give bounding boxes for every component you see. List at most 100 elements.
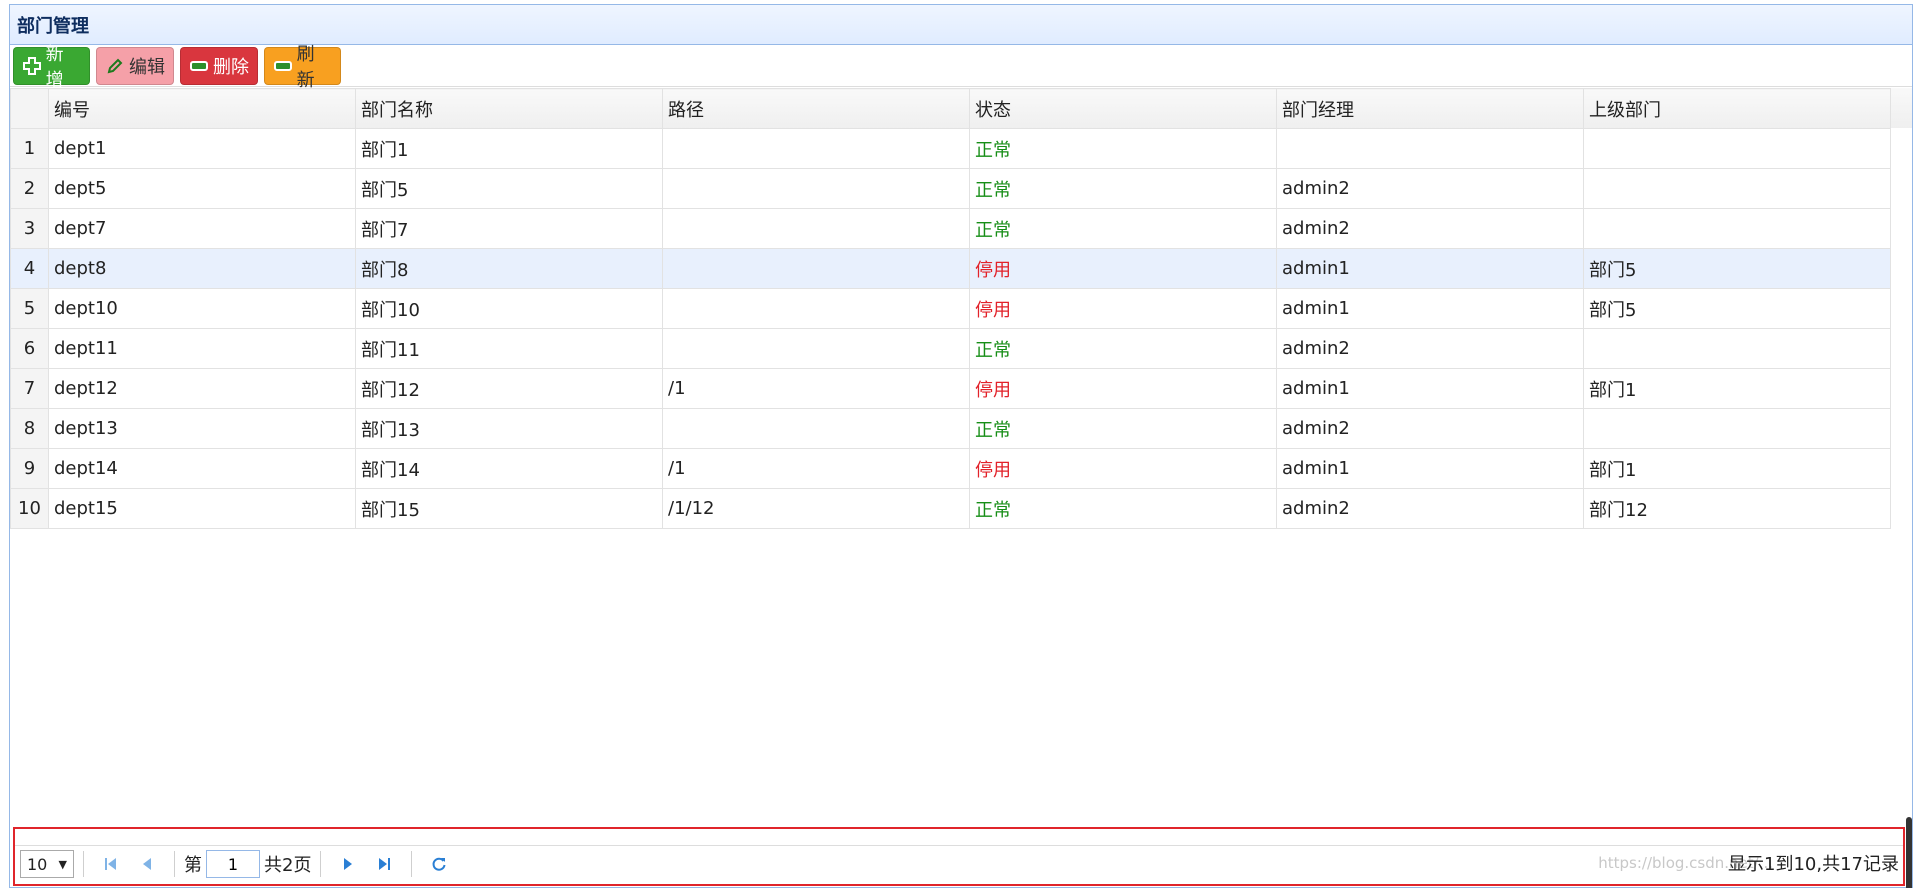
table-row[interactable]: 6 dept11 部门11 正常 admin2: [10, 328, 1891, 369]
vertical-scrollbar[interactable]: [1906, 817, 1912, 888]
cell-parent: 部门1: [1583, 368, 1891, 409]
table-row[interactable]: 3 dept7 部门7 正常 admin2: [10, 208, 1891, 249]
page-size-value: 10: [27, 854, 48, 874]
row-number: 6: [10, 328, 49, 369]
cell-status: 停用: [969, 248, 1277, 289]
cell-id: dept13: [48, 408, 356, 449]
row-number: 5: [10, 288, 49, 329]
pagination-bar: 10 ▼ 第 共2页 https://blog.csdn.net/... 显示1…: [15, 845, 1903, 882]
cell-status: 正常: [969, 328, 1277, 369]
cell-manager: admin1: [1276, 448, 1584, 489]
pager-separator: [411, 851, 413, 877]
minus-icon: [273, 56, 293, 76]
add-button[interactable]: 新增: [13, 44, 90, 91]
pencil-icon: [105, 56, 125, 76]
panel-title: 部门管理: [17, 15, 89, 37]
next-page-icon: [344, 858, 353, 870]
dropdown-arrow-icon: ▼: [58, 857, 67, 871]
current-page-input[interactable]: [206, 850, 260, 878]
reload-icon: [433, 857, 446, 871]
cell-status: 停用: [969, 448, 1277, 489]
cell-parent: [1583, 328, 1891, 369]
cell-path: [662, 168, 970, 209]
cell-name: 部门11: [355, 328, 663, 369]
refresh-button-label: 刷新: [296, 43, 315, 91]
table-row[interactable]: 7 dept12 部门12/1 停用 admin1 部门1: [10, 368, 1891, 409]
cell-parent: 部门5: [1583, 248, 1891, 289]
cell-id: dept1: [48, 128, 356, 169]
cell-manager: admin2: [1276, 208, 1584, 249]
table-header-row: 编号 部门名称 路径 状态 部门经理 上级部门: [10, 88, 1891, 129]
table-row[interactable]: 9 dept14 部门14/1 停用 admin1 部门1: [10, 448, 1891, 489]
page-total: 共2页: [264, 855, 312, 876]
cell-manager: admin1: [1276, 368, 1584, 409]
cell-id: dept12: [48, 368, 356, 409]
cell-manager: [1276, 128, 1584, 169]
cell-name: 部门5: [355, 168, 663, 209]
cell-parent: 部门5: [1583, 288, 1891, 329]
edit-button[interactable]: 编辑: [96, 46, 174, 85]
cell-id: dept15: [48, 488, 356, 529]
column-header-manager[interactable]: 部门经理: [1276, 88, 1584, 129]
toolbar: 新增 编辑 删除 刷新: [10, 44, 1912, 91]
cell-name: 部门1: [355, 128, 663, 169]
department-table: 编号 部门名称 路径 状态 部门经理 上级部门 1 dept1 部门1 正常 2 dept…: [10, 88, 1891, 529]
first-page-button[interactable]: [97, 850, 125, 878]
row-number: 1: [10, 128, 49, 169]
prev-page-icon: [143, 858, 151, 870]
last-page-button[interactable]: [370, 850, 398, 878]
cell-path: [662, 248, 970, 289]
prev-page-button[interactable]: [133, 850, 161, 878]
table-row[interactable]: 8 dept13 部门13 正常 admin2: [10, 408, 1891, 449]
cell-id: dept7: [48, 208, 356, 249]
column-header-name[interactable]: 部门名称: [355, 88, 663, 129]
table-row[interactable]: 1 dept1 部门1 正常: [10, 128, 1891, 169]
column-header-parent[interactable]: 上级部门: [1583, 88, 1891, 129]
cell-name: 部门15: [355, 488, 663, 529]
next-page-button[interactable]: [334, 850, 362, 878]
delete-button-label: 删除: [213, 56, 249, 78]
cell-name: 部门10: [355, 288, 663, 329]
column-header-path[interactable]: 路径: [662, 88, 970, 129]
cell-status: 停用: [969, 368, 1277, 409]
reload-button[interactable]: [425, 850, 453, 878]
row-number: 9: [10, 448, 49, 489]
table-row[interactable]: 4 dept8 部门8 停用 admin1 部门5: [10, 248, 1891, 289]
cell-name: 部门8: [355, 248, 663, 289]
pager-separator: [320, 851, 322, 877]
cell-path: /1: [662, 368, 970, 409]
cell-parent: [1583, 408, 1891, 449]
row-number: 7: [10, 368, 49, 409]
page-size-select[interactable]: 10 ▼: [20, 850, 74, 878]
cell-name: 部门13: [355, 408, 663, 449]
cell-id: dept10: [48, 288, 356, 329]
department-grid: 编号 部门名称 路径 状态 部门经理 上级部门 1 dept1 部门1 正常 2 dept…: [10, 88, 1912, 529]
table-row[interactable]: 2 dept5 部门5 正常 admin2: [10, 168, 1891, 209]
cell-name: 部门14: [355, 448, 663, 489]
pagination-info: 显示1到10,共17记录: [1728, 854, 1899, 875]
cell-path: [662, 208, 970, 249]
cell-path: /1/12: [662, 488, 970, 529]
header-scrollbar-gap: [1890, 88, 1912, 128]
cell-id: dept11: [48, 328, 356, 369]
page-prefix: 第: [184, 855, 202, 876]
cell-manager: admin1: [1276, 248, 1584, 289]
cell-parent: [1583, 128, 1891, 169]
column-header-id[interactable]: 编号: [48, 88, 356, 129]
table-row[interactable]: 5 dept10 部门10 停用 admin1 部门5: [10, 288, 1891, 329]
cell-status: 正常: [969, 208, 1277, 249]
table-row[interactable]: 10 dept15 部门15/1/12 正常 admin2 部门12: [10, 488, 1891, 529]
row-number: 4: [10, 248, 49, 289]
cell-status: 正常: [969, 408, 1277, 449]
cell-id: dept14: [48, 448, 356, 489]
pagination-highlight-box: 10 ▼ 第 共2页 https://blog.csdn.net/... 显示1…: [13, 827, 1905, 886]
cell-manager: admin2: [1276, 168, 1584, 209]
column-header-status[interactable]: 状态: [969, 88, 1277, 129]
cell-manager: admin2: [1276, 328, 1584, 369]
row-number: 10: [10, 488, 49, 529]
cell-path: [662, 408, 970, 449]
delete-button[interactable]: 删除: [180, 46, 258, 85]
cell-parent: [1583, 208, 1891, 249]
refresh-button[interactable]: 刷新: [264, 44, 341, 91]
cell-manager: admin2: [1276, 408, 1584, 449]
